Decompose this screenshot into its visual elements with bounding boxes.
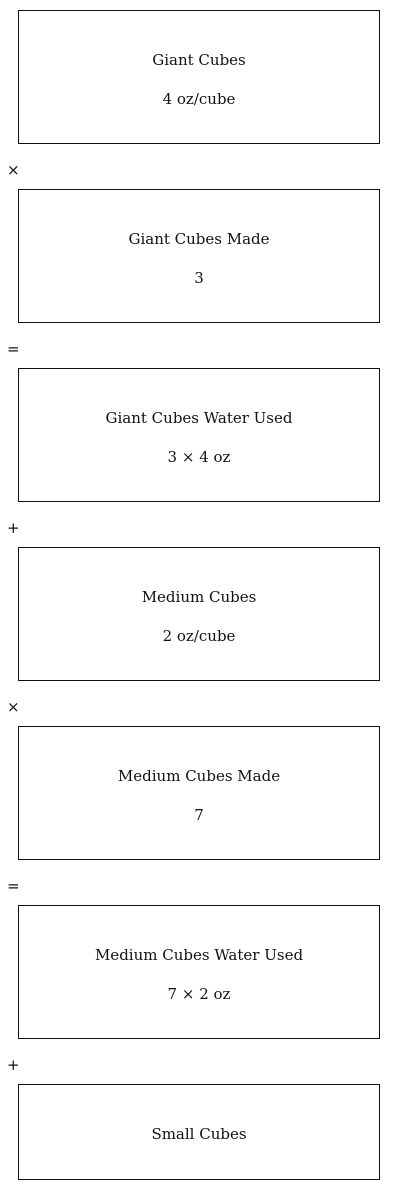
card-medium-cubes-water-used: Medium Cubes Water Used 7 × 2 oz <box>18 905 380 1039</box>
card-value: 3 <box>194 269 204 287</box>
card-title: Giant Cubes Water Used <box>105 409 293 427</box>
card-giant-cubes-water-used: Giant Cubes Water Used 3 × 4 oz <box>18 368 380 502</box>
operator-equals: = <box>7 877 20 895</box>
card-value: 7 × 2 oz <box>167 985 231 1003</box>
operator-multiply: × <box>7 161 20 179</box>
card-title: Medium Cubes Made <box>117 767 281 785</box>
card-value: 7 <box>194 806 204 824</box>
card-value: 3 × 4 oz <box>167 448 231 466</box>
card-value: 4 oz/cube <box>162 90 236 108</box>
card-giant-cubes: Giant Cubes 4 oz/cube <box>18 10 380 144</box>
card-title: Giant Cubes <box>152 51 246 69</box>
card-medium-cubes: Medium Cubes 2 oz/cube <box>18 547 380 681</box>
operator-plus: + <box>7 519 20 537</box>
card-title: Medium Cubes Water Used <box>94 946 304 964</box>
card-title: Medium Cubes <box>141 588 257 606</box>
operator-equals: = <box>7 340 20 358</box>
card-medium-cubes-made: Medium Cubes Made 7 <box>18 726 380 860</box>
card-giant-cubes-made: Giant Cubes Made 3 <box>18 189 380 323</box>
card-small-cubes: Small Cubes <box>18 1084 380 1180</box>
operator-plus: + <box>7 1056 20 1074</box>
operator-multiply: × <box>7 698 20 716</box>
card-value: 2 oz/cube <box>162 627 236 645</box>
card-title: Giant Cubes Made <box>128 230 270 248</box>
card-title: Small Cubes <box>151 1125 247 1143</box>
